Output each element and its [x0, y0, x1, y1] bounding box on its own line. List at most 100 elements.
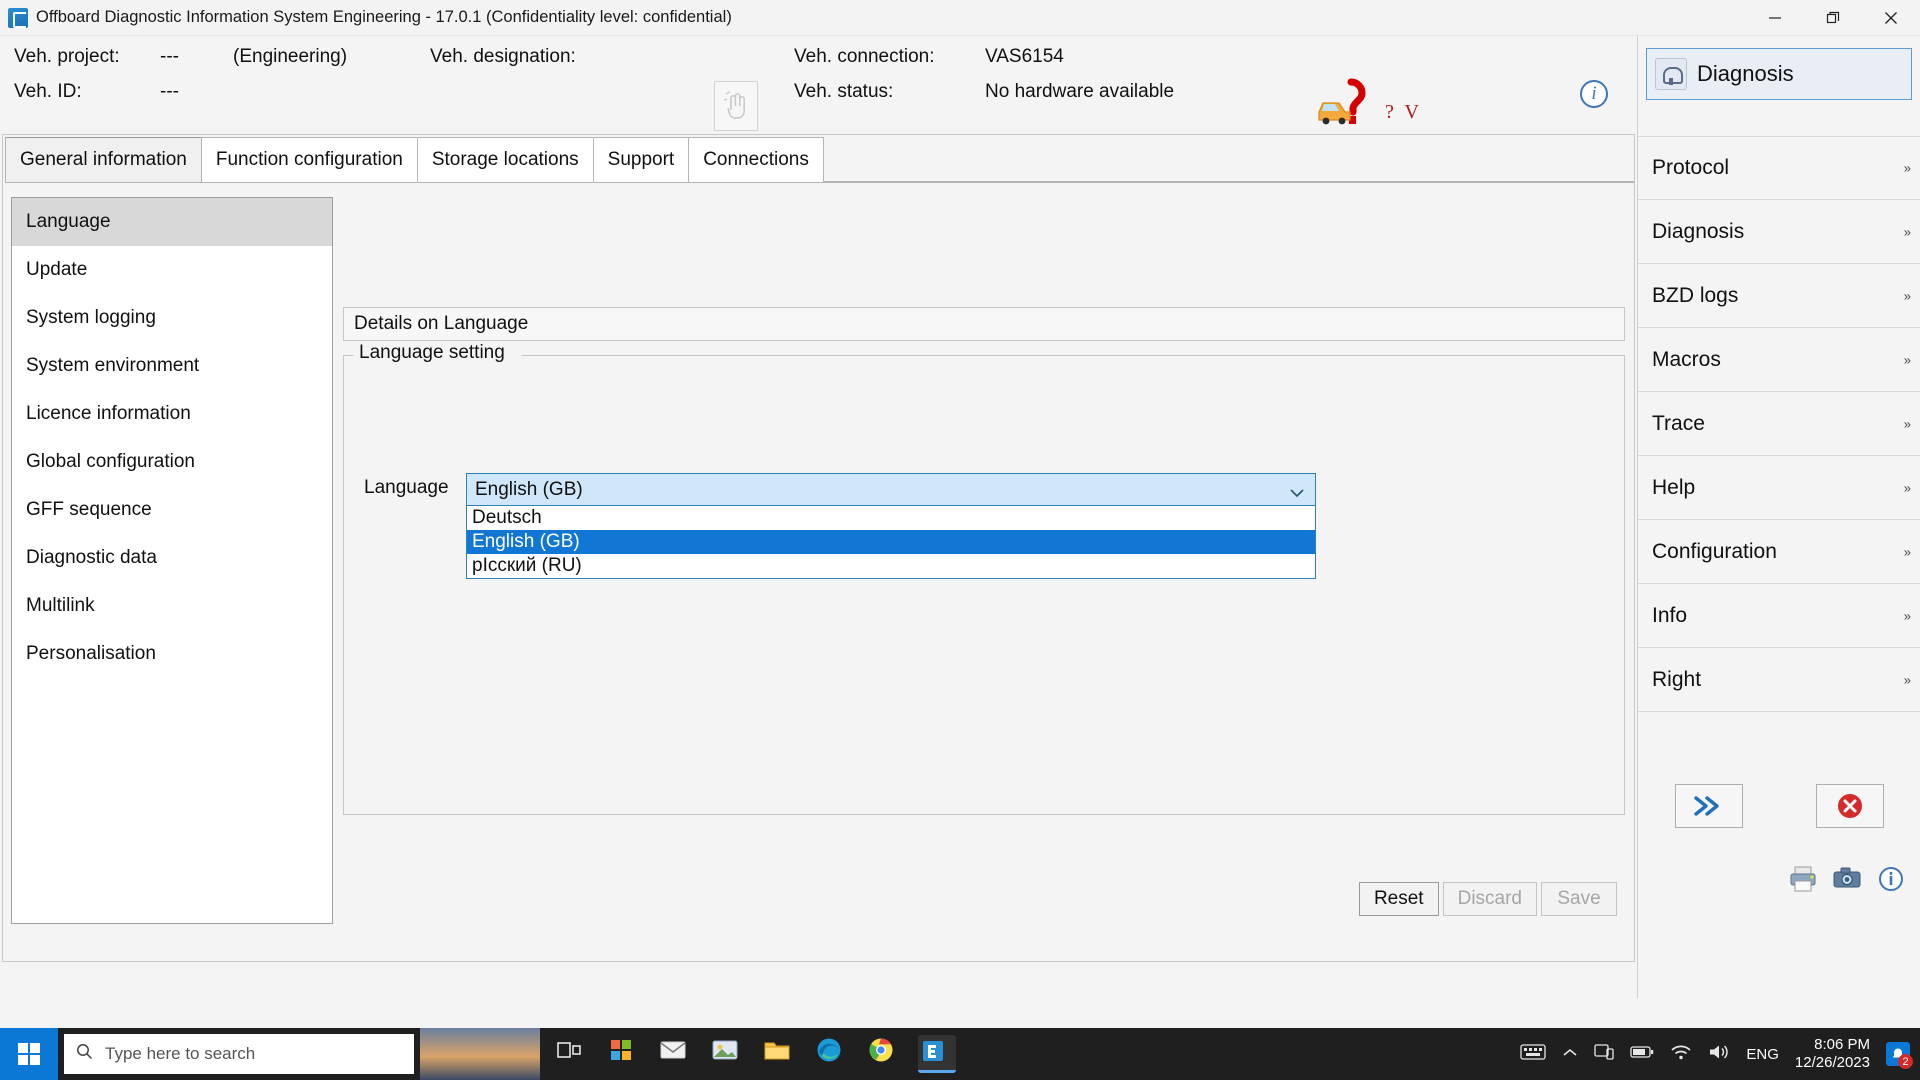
dock-item-bzd-logs[interactable]: BZD logs»	[1638, 264, 1920, 328]
chevron-expand-icon[interactable]: »	[1904, 161, 1909, 176]
dock-item-diagnosis[interactable]: Diagnosis»	[1638, 200, 1920, 264]
dock-title-label: Diagnosis	[1697, 61, 1794, 87]
dock-title-diagnosis[interactable]: Diagnosis	[1646, 48, 1912, 100]
list-item-system-logging[interactable]: System logging	[12, 294, 332, 342]
battery-icon[interactable]	[1630, 1045, 1654, 1063]
odis-app-icon	[8, 8, 28, 28]
tab-support[interactable]: Support	[593, 137, 690, 182]
hand-pointer-icon[interactable]	[714, 81, 758, 131]
chevron-expand-icon[interactable]: »	[1904, 480, 1909, 495]
restore-button[interactable]	[1804, 0, 1862, 36]
language-combobox[interactable]: English (GB)	[466, 473, 1316, 506]
language-field-row: Language English (GB) Deutsch English (G…	[344, 473, 1624, 507]
photos-icon[interactable]	[710, 1035, 748, 1073]
veh-connection-label: Veh. connection:	[794, 46, 935, 68]
language-combobox-value: English (GB)	[475, 479, 583, 501]
list-item-language[interactable]: Language	[12, 198, 332, 246]
language-field-label: Language	[364, 477, 449, 499]
taskbar-system-tray: ENG 8:06 PM 12/26/2023 2	[1520, 1028, 1920, 1080]
forward-arrows-icon[interactable]	[1675, 784, 1743, 828]
tab-storage-locations[interactable]: Storage locations	[417, 137, 594, 182]
clock[interactable]: 8:06 PM 12/26/2023	[1795, 1036, 1870, 1072]
search-input[interactable]: Type here to search	[64, 1034, 414, 1074]
vehicle-info-header: Veh. project: --- (Engineering) Veh. des…	[0, 36, 1920, 108]
list-item-label: Global configuration	[26, 451, 195, 473]
minimize-button[interactable]	[1746, 0, 1804, 36]
dock-item-macros[interactable]: Macros»	[1638, 328, 1920, 392]
odis-taskbar-icon[interactable]	[918, 1035, 956, 1073]
language-indicator[interactable]: ENG	[1746, 1046, 1779, 1063]
option-label: Deutsch	[472, 506, 542, 530]
wifi-icon[interactable]	[1670, 1043, 1692, 1065]
list-item-multilink[interactable]: Multilink	[12, 582, 332, 630]
start-button[interactable]	[0, 1028, 58, 1080]
list-item-personalisation[interactable]: Personalisation	[12, 630, 332, 678]
dropdown-option-english-gb[interactable]: English (GB)	[467, 530, 1315, 554]
list-item-gff-sequence[interactable]: GFF sequence	[12, 486, 332, 534]
dropdown-option-deutsch[interactable]: Deutsch	[467, 506, 1315, 530]
chevron-expand-icon[interactable]: »	[1904, 224, 1909, 239]
details-header: Details on Language	[343, 307, 1625, 341]
keyboard-icon[interactable]	[1520, 1043, 1546, 1065]
dock-item-right[interactable]: Right »	[1638, 648, 1920, 712]
list-item-label: Multilink	[26, 595, 95, 617]
tab-label: Support	[608, 149, 675, 171]
clock-date: 12/26/2023	[1795, 1054, 1870, 1072]
dropdown-option-russian-ru[interactable]: рІсский (RU)	[467, 554, 1315, 578]
task-view-icon[interactable]	[554, 1035, 592, 1073]
search-icon	[76, 1043, 93, 1065]
dock-item-label: Right	[1652, 668, 1701, 692]
file-explorer-icon[interactable]	[762, 1035, 800, 1073]
chevron-expand-icon[interactable]: »	[1904, 672, 1909, 687]
camera-icon[interactable]	[1832, 864, 1862, 894]
dock-menu-list: Protocol» Diagnosis» BZD logs» Macros» T…	[1638, 136, 1920, 712]
dock-item-help[interactable]: Help »	[1638, 456, 1920, 520]
chevron-expand-icon[interactable]: »	[1904, 544, 1909, 559]
dock-tray	[1788, 864, 1906, 894]
tab-function-configuration[interactable]: Function configuration	[201, 137, 418, 182]
device-icon[interactable]	[1594, 1043, 1614, 1065]
chevron-expand-icon[interactable]: »	[1904, 352, 1909, 367]
form-action-bar: Reset Discard Save	[1359, 882, 1617, 916]
list-item-label: Diagnostic data	[26, 547, 157, 569]
info-icon[interactable]	[1876, 864, 1906, 894]
info-icon[interactable]: i	[1580, 80, 1608, 108]
cancel-icon[interactable]	[1816, 784, 1884, 828]
microsoft-store-icon[interactable]	[606, 1035, 644, 1073]
list-item-diagnostic-data[interactable]: Diagnostic data	[12, 534, 332, 582]
printer-icon[interactable]	[1788, 864, 1818, 894]
chevron-expand-icon[interactable]: »	[1904, 608, 1909, 623]
chevron-expand-icon[interactable]: »	[1904, 416, 1909, 431]
list-item-label: System environment	[26, 355, 199, 377]
notification-count: 2	[1898, 1054, 1913, 1069]
dock-item-configuration[interactable]: Configuration »	[1638, 520, 1920, 584]
dock-item-info[interactable]: Info»	[1638, 584, 1920, 648]
reset-button[interactable]: Reset	[1359, 882, 1439, 916]
chevron-down-icon[interactable]	[1289, 483, 1305, 505]
diagnosis-icon	[1655, 58, 1687, 90]
mail-icon[interactable]	[658, 1035, 696, 1073]
list-item-global-configuration[interactable]: Global configuration	[12, 438, 332, 486]
volume-icon[interactable]	[1708, 1043, 1730, 1065]
tab-connections[interactable]: Connections	[688, 137, 824, 182]
chrome-icon[interactable]	[866, 1035, 904, 1073]
chevron-up-icon[interactable]	[1562, 1046, 1578, 1063]
veh-status-label: Veh. status:	[794, 81, 893, 103]
notification-badge[interactable]: 2	[1886, 1042, 1910, 1066]
tab-label: General information	[20, 149, 187, 171]
close-button[interactable]	[1862, 0, 1920, 36]
dock-item-label: Trace	[1652, 412, 1705, 436]
dock-item-protocol[interactable]: Protocol»	[1638, 136, 1920, 200]
tab-general-information[interactable]: General information	[5, 137, 202, 182]
dock-item-trace[interactable]: Trace »	[1638, 392, 1920, 456]
car-question-icon[interactable]	[1315, 78, 1373, 130]
list-item-licence-information[interactable]: Licence information	[12, 390, 332, 438]
edge-icon[interactable]	[814, 1035, 852, 1073]
dock-item-label: Configuration	[1652, 540, 1777, 564]
list-item-update[interactable]: Update	[12, 246, 332, 294]
dock-item-label: Help	[1652, 476, 1695, 500]
desktop-preview-thumbnail[interactable]	[420, 1028, 540, 1080]
list-item-system-environment[interactable]: System environment	[12, 342, 332, 390]
group-legend: Language setting	[354, 342, 510, 364]
chevron-expand-icon[interactable]: »	[1904, 288, 1909, 303]
